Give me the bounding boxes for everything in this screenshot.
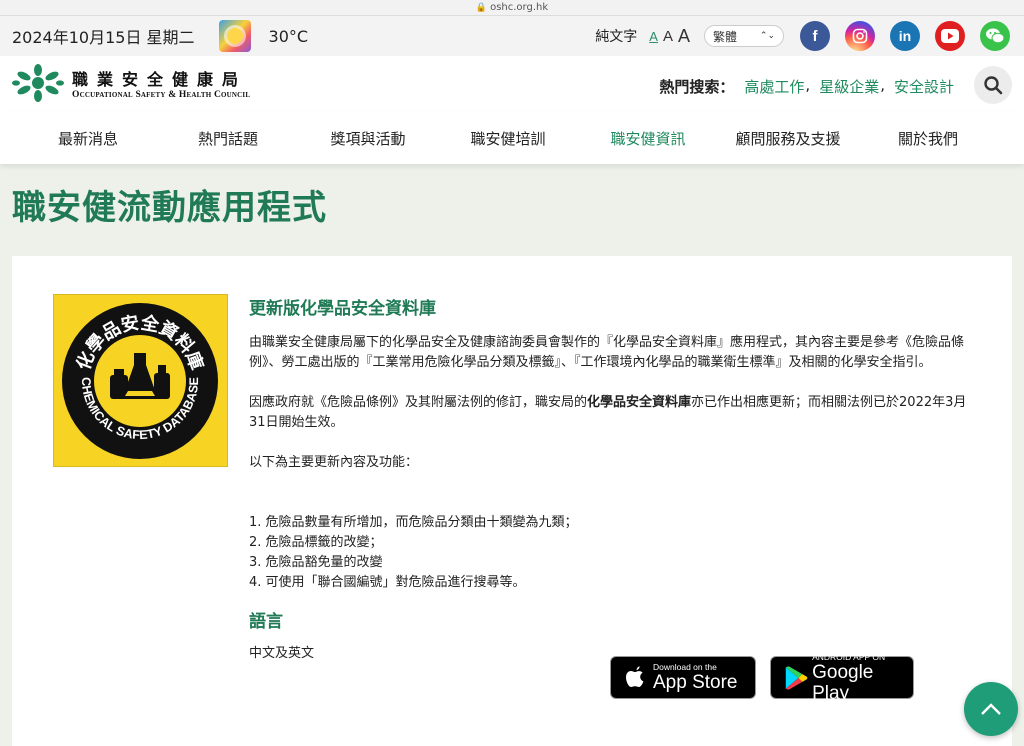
- wechat-icon[interactable]: [980, 21, 1010, 51]
- hot-keyword-separator: ,: [805, 76, 811, 94]
- update-text-bold: 化學品安全資料庫: [587, 395, 692, 410]
- features-intro: 以下為主要更新內容及功能：: [249, 455, 419, 470]
- chevron-updown-icon: ⌃⌄: [759, 31, 775, 41]
- text-only-link[interactable]: 純文字: [595, 26, 637, 46]
- back-to-top-button[interactable]: [964, 682, 1018, 736]
- font-size-small[interactable]: A: [649, 29, 658, 44]
- site-header: 職業安全健康局 Occupational Safety & Health Cou…: [0, 56, 1024, 112]
- hot-keyword-separator: ,: [880, 76, 885, 94]
- chemical-safety-database-app-icon: 化學品安全資料庫 CHEMICAL SAFETY DATABASE: [53, 294, 228, 467]
- nav-item-hot-topics[interactable]: 熱門話題: [158, 128, 298, 149]
- app-store-small-text: Download on the: [653, 662, 717, 672]
- font-size-large[interactable]: A: [678, 26, 690, 47]
- update-text-pre: 因應政府就《危險品條例》及其附屬法例的修訂，職安局的: [249, 395, 588, 410]
- list-item: 3. 危險品豁免量的改變: [249, 555, 383, 570]
- main-nav: 最新消息 熱門話題 獎項與活動 職安健培訓 職安健資訊 顧問服務及支援 關於我們: [0, 112, 1024, 164]
- nav-item-about[interactable]: 關於我們: [858, 128, 998, 149]
- facebook-icon[interactable]: f: [800, 21, 830, 51]
- google-play-small-text: ANDROID APP ON: [812, 651, 886, 662]
- list-item: 1. 危險品數量有所增加，而危險品分類由十類變為九類；: [249, 515, 578, 530]
- chevron-up-icon: [981, 703, 1001, 715]
- google-play-button[interactable]: ANDROID APP ON Google Play: [770, 652, 914, 704]
- nav-item-awards[interactable]: 獎項與活動: [298, 128, 438, 149]
- instagram-icon[interactable]: [845, 21, 875, 51]
- nav-item-training[interactable]: 職安健培訓: [438, 128, 578, 149]
- youtube-icon[interactable]: [935, 21, 965, 51]
- app-description: 更新版化學品安全資料庫 由職業安全健康局屬下的化學品安全及健康諮詢委員會製作的『…: [249, 294, 969, 664]
- lock-icon: 🔒: [475, 2, 488, 13]
- app-store-big-text: App Store: [653, 672, 738, 693]
- language-value: 繁體: [713, 29, 738, 44]
- font-size-medium[interactable]: A: [663, 28, 673, 45]
- linkedin-icon[interactable]: in: [890, 21, 920, 51]
- hot-keyword-link[interactable]: 安全設計: [894, 76, 954, 97]
- page-title: 職安健流動應用程式: [12, 188, 327, 228]
- oshc-logo-mark-icon: [12, 64, 64, 102]
- language-select[interactable]: 繁體 ⌃⌄: [704, 25, 784, 47]
- app-store-button[interactable]: Download on the App Store: [610, 656, 756, 699]
- current-date: 2024年10月15日 星期二: [12, 28, 195, 47]
- list-item: 4. 可使用「聯合國編號」對危險品進行搜尋等。: [249, 575, 526, 590]
- nav-item-consultancy[interactable]: 顧問服務及支援: [718, 128, 858, 149]
- search-icon: [984, 76, 1003, 95]
- logo-chinese-name: 職業安全健康局: [72, 70, 248, 89]
- app-intro-paragraph: 由職業安全健康局屬下的化學品安全及健康諮詢委員會製作的『化學品安全資料庫』應用程…: [249, 335, 965, 370]
- language-heading: 語言: [249, 612, 283, 632]
- hot-search-label: 熱門搜索：: [659, 78, 735, 96]
- oshc-logo[interactable]: 職業安全健康局 Occupational Safety & Health Cou…: [12, 64, 250, 102]
- sunny-weather-icon: [218, 20, 251, 52]
- apple-icon: [626, 665, 644, 687]
- temperature: 30°C: [268, 26, 309, 46]
- app-update-paragraph: 因應政府就《危險品條例》及其附屬法例的修訂，職安局的化學品安全資料庫亦已作出相應…: [249, 393, 969, 433]
- nav-item-information[interactable]: 職安健資訊: [578, 128, 718, 149]
- nav-item-news[interactable]: 最新消息: [18, 128, 158, 149]
- search-button[interactable]: [974, 66, 1012, 104]
- logo-english-name: Occupational Safety & Health Council: [72, 90, 251, 100]
- browser-url-bar[interactable]: 🔒 oshc.org.hk: [0, 0, 1024, 16]
- utility-bar: 2024年10月15日 星期二 30°C 純文字 A A A 繁體 ⌃⌄ f i…: [0, 16, 1024, 56]
- hot-search: 熱門搜索： 高處工作, 星級企業, 安全設計: [659, 76, 954, 97]
- list-item: 2. 危險品標籤的改變；: [249, 535, 383, 550]
- hot-keyword-link[interactable]: 星級企業: [819, 76, 879, 97]
- app-heading: 更新版化學品安全資料庫: [249, 299, 436, 319]
- google-play-icon: [785, 665, 808, 690]
- google-play-big-text: Google Play: [812, 661, 874, 704]
- app-card: 化學品安全資料庫 CHEMICAL SAFETY DATABASE 更新版化學品…: [12, 256, 1012, 746]
- url-text: oshc.org.hk: [490, 2, 549, 13]
- hot-keyword-link[interactable]: 高處工作: [744, 76, 804, 97]
